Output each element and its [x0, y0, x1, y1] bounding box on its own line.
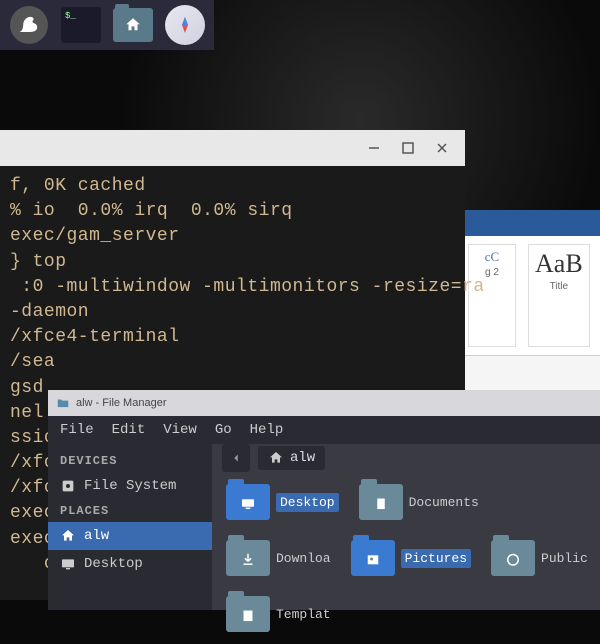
minimize-button[interactable]: [367, 141, 381, 155]
maximize-button[interactable]: [401, 141, 415, 155]
terminal-titlebar[interactable]: [0, 130, 465, 166]
folder-documents[interactable]: Documents: [359, 484, 479, 520]
folder-label: Public: [541, 551, 588, 566]
menu-view[interactable]: View: [163, 422, 197, 438]
folder-label: Documents: [409, 495, 479, 510]
path-text: alw: [290, 450, 315, 466]
style-title[interactable]: AaB Title: [528, 244, 590, 347]
sidebar-section-places: PLACES: [48, 500, 212, 522]
folder-icon: [113, 8, 153, 42]
path-bar[interactable]: alw: [258, 446, 325, 470]
disk-icon: [60, 478, 76, 494]
taskbar-dock: $_: [0, 0, 214, 50]
folder-icon: [226, 484, 270, 520]
terminal-line: /xfce4-terminal: [10, 325, 455, 350]
swan-icon: [10, 6, 48, 44]
fm-toolbar: alw: [212, 444, 600, 472]
close-button[interactable]: [435, 141, 449, 155]
folder-label: Pictures: [401, 549, 471, 568]
terminal-line: % io 0.0% irq 0.0% sirq: [10, 199, 455, 224]
home-icon: [268, 450, 284, 466]
word-processor-window[interactable]: Al cC g 2 AaB Title AaBb Subt: [460, 210, 600, 390]
fm-icon-grid[interactable]: Desktop Documents Downloa Pictures Public Tem…: [212, 472, 600, 644]
menu-file[interactable]: File: [60, 422, 94, 438]
folder-pictures[interactable]: Pictures: [351, 540, 471, 576]
file-manager-window[interactable]: alw - File Manager File Edit View Go Hel…: [48, 390, 600, 610]
dock-app-menu[interactable]: [6, 4, 52, 46]
folder-icon: [359, 484, 403, 520]
menu-edit[interactable]: Edit: [112, 422, 146, 438]
compass-icon: [165, 5, 205, 45]
word-titlebar[interactable]: Al: [460, 210, 600, 236]
home-icon: [60, 528, 76, 544]
desktop-icon: [60, 556, 76, 572]
folder-label: Downloa: [276, 551, 331, 566]
terminal-icon: $_: [61, 7, 101, 43]
dock-file-manager[interactable]: [110, 4, 156, 46]
terminal-line: exec/gam_server: [10, 224, 455, 249]
folder-label: Templat: [276, 607, 331, 622]
dock-terminal[interactable]: $_: [58, 4, 104, 46]
dock-browser[interactable]: [162, 4, 208, 46]
fm-title: alw - File Manager: [76, 397, 166, 409]
back-button[interactable]: [222, 444, 250, 472]
fm-titlebar[interactable]: alw - File Manager: [48, 390, 600, 416]
folder-icon: [491, 540, 535, 576]
menu-help[interactable]: Help: [250, 422, 284, 438]
folder-desktop[interactable]: Desktop: [226, 484, 339, 520]
sidebar-item-filesystem[interactable]: File System: [48, 472, 212, 500]
terminal-line: } top: [10, 250, 455, 275]
sidebar-section-devices: DEVICES: [48, 450, 212, 472]
folder-label: Desktop: [276, 493, 339, 512]
sidebar-item-desktop[interactable]: Desktop: [48, 550, 212, 578]
fm-menubar: File Edit View Go Help: [48, 416, 600, 444]
folder-icon: [226, 540, 270, 576]
terminal-line: -daemon: [10, 300, 455, 325]
folder-downloa[interactable]: Downloa: [226, 540, 331, 576]
terminal-line: /sea: [10, 350, 455, 375]
menu-go[interactable]: Go: [215, 422, 232, 438]
sidebar-item-home[interactable]: alw: [48, 522, 212, 550]
terminal-line: f, 0K cached: [10, 174, 455, 199]
folder-icon: [56, 396, 70, 410]
fm-sidebar: DEVICES File System PLACES alw Desktop: [48, 444, 212, 610]
folder-templat[interactable]: Templat: [226, 596, 331, 632]
folder-icon: [351, 540, 395, 576]
fm-main-pane: alw Desktop Documents Downloa Pictures Publi…: [212, 444, 600, 610]
folder-public[interactable]: Public: [491, 540, 588, 576]
folder-icon: [226, 596, 270, 632]
terminal-line: :0 -multiwindow -multimonitors -resize=r…: [10, 275, 455, 300]
